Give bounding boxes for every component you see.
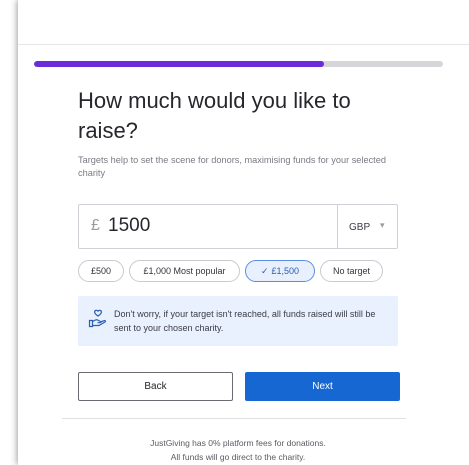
progress-bar-fill	[34, 61, 325, 67]
currency-select-value: GBP	[349, 222, 371, 233]
preset-chip-no-target[interactable]: No target	[320, 260, 383, 282]
footer-divider	[62, 418, 406, 419]
hand-heart-icon	[88, 309, 106, 328]
preset-chip-1500[interactable]: ✓ £1,500	[245, 260, 315, 282]
check-icon: ✓	[260, 266, 269, 276]
notice-text: Don't worry, if your target isn't reache…	[114, 309, 376, 333]
footer-line: All funds will go direct to the charity.	[170, 452, 306, 462]
reassurance-notice: Don't worry, if your target isn't reache…	[78, 296, 398, 346]
back-button[interactable]: Back	[78, 372, 233, 401]
preset-chip-label: £500	[90, 266, 112, 276]
header-divider	[18, 44, 469, 45]
footer-line: JustGiving has 0% platform fees for dona…	[150, 438, 326, 448]
preset-chip-label: £1,500	[271, 266, 300, 276]
preset-chip-label: No target	[332, 266, 371, 276]
fees-footer: JustGiving has 0% platform fees for dona…	[78, 436, 398, 464]
next-button[interactable]: Next	[245, 372, 400, 401]
preset-chip-500[interactable]: £500	[78, 260, 124, 282]
page-subtitle: Targets help to set the scene for donors…	[78, 155, 386, 178]
progress-bar	[34, 61, 443, 67]
page-title: How much would you like to raise?	[78, 88, 351, 143]
currency-select[interactable]: GBP ▾	[337, 205, 397, 248]
target-amount-field[interactable]: £ 1500 GBP ▾	[78, 204, 398, 249]
preset-chip-1000[interactable]: £1,000 Most popular	[129, 260, 240, 282]
target-amount-input[interactable]: 1500	[108, 215, 150, 237]
chevron-down-icon: ▾	[380, 220, 385, 230]
fundraiser-setup-card: How much would you like to raise? Target…	[18, 0, 469, 465]
preset-chip-label: £1,000 Most popular	[143, 266, 226, 276]
currency-symbol: £	[91, 217, 100, 234]
